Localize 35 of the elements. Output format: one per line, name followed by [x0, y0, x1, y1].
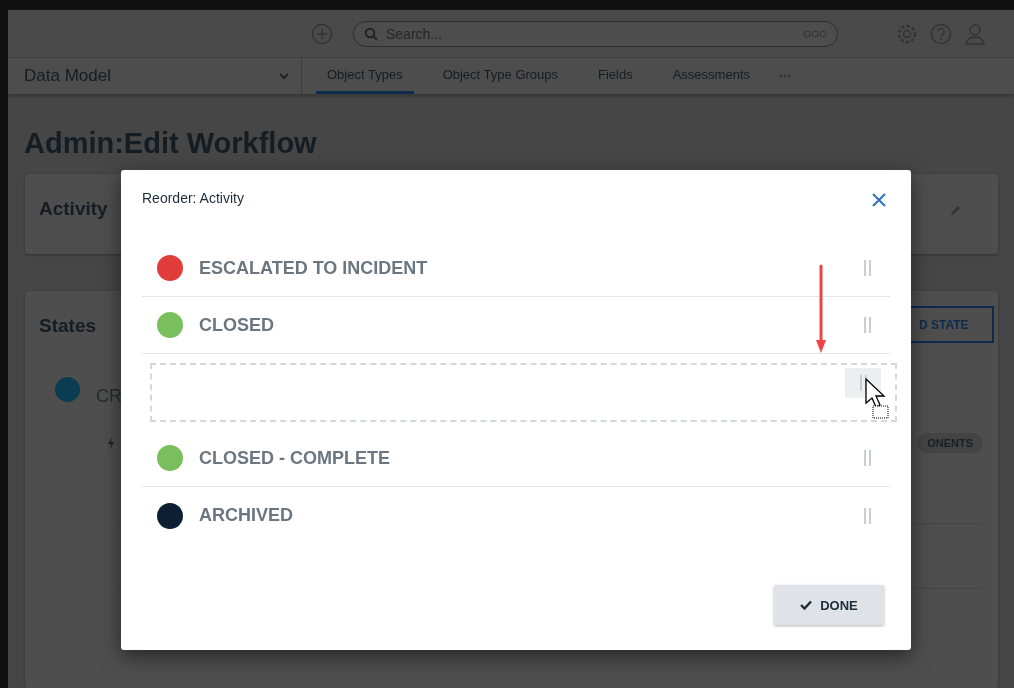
- help-icon[interactable]: [930, 22, 952, 45]
- nav-tab[interactable]: Object Type Groups: [431, 58, 569, 94]
- card-title: States: [39, 315, 97, 337]
- state-row[interactable]: ARCHIVED: [142, 487, 890, 544]
- check-icon: [800, 600, 813, 610]
- add-state-button[interactable]: D STATE: [908, 306, 994, 343]
- state-row[interactable]: ESCALATED TO INCIDENT: [142, 240, 890, 297]
- dialog-title: Reorder: Activity: [142, 190, 244, 206]
- search-icon: [364, 26, 378, 41]
- state-row[interactable]: CLOSED - COMPLETE: [142, 430, 890, 487]
- state-name: CLOSED - COMPLETE: [199, 447, 390, 469]
- state-row[interactable]: CLOSED: [142, 297, 890, 354]
- nav-tab[interactable]: Object Types: [316, 58, 414, 94]
- nav-tab[interactable]: Assessments: [661, 58, 761, 94]
- drag-handle-icon[interactable]: [864, 450, 871, 466]
- drag-cursor-icon: [864, 378, 892, 422]
- state-name: CLOSED: [199, 314, 274, 336]
- drag-handle-icon[interactable]: [864, 507, 871, 524]
- nav-tab[interactable]: Fields: [587, 58, 644, 94]
- menu-label: Data Model: [24, 66, 111, 86]
- done-button[interactable]: DONE: [774, 585, 884, 625]
- chevron-icon: [279, 72, 289, 80]
- card-title: Activity: [39, 198, 108, 221]
- lightning-icon: [107, 436, 115, 450]
- user-icon[interactable]: [964, 22, 986, 45]
- add-icon[interactable]: [311, 22, 333, 45]
- drag-handle-icon[interactable]: [864, 260, 871, 276]
- data-model-menu[interactable]: Data Model: [8, 58, 302, 94]
- options-icon[interactable]: [803, 29, 827, 38]
- drag-handle-icon[interactable]: [864, 317, 871, 333]
- settings-icon[interactable]: [896, 22, 918, 45]
- state-name: ARCHIVED: [199, 505, 293, 526]
- state-name: ESCALATED TO INCIDENT: [199, 257, 428, 279]
- pencil-icon[interactable]: [950, 204, 962, 216]
- close-button[interactable]: [870, 191, 888, 209]
